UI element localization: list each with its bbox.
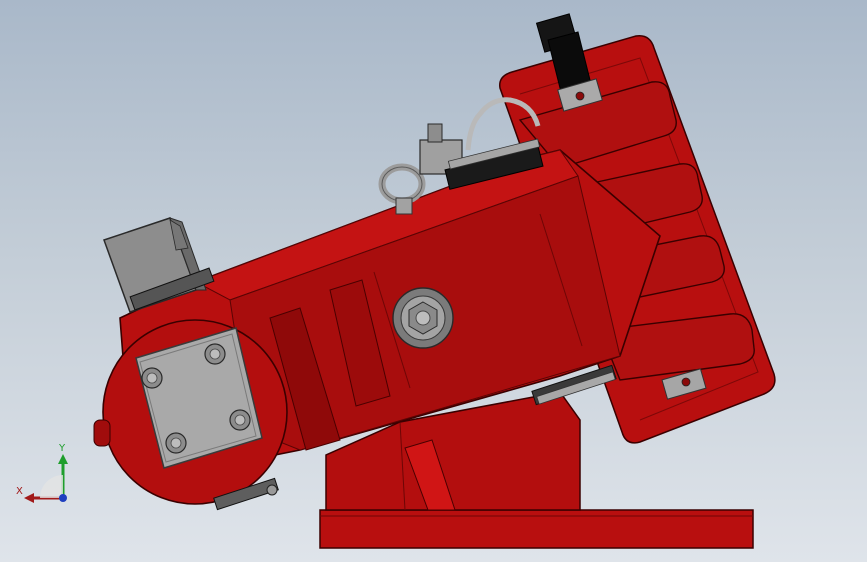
y-axis-arrow xyxy=(58,454,68,464)
z-axis-dot xyxy=(59,494,67,502)
brake-assembly-model[interactable] xyxy=(0,0,867,562)
xy-plane-fill xyxy=(40,475,63,498)
y-axis-label: Y xyxy=(58,443,66,454)
x-axis-label: X xyxy=(16,486,23,497)
x-axis-arrow xyxy=(24,493,34,503)
pivot-bolt[interactable] xyxy=(392,287,454,349)
housing-side-stub[interactable] xyxy=(93,419,111,447)
orientation-triad: X Y xyxy=(16,443,68,503)
cad-viewport[interactable]: X Y xyxy=(0,0,867,562)
